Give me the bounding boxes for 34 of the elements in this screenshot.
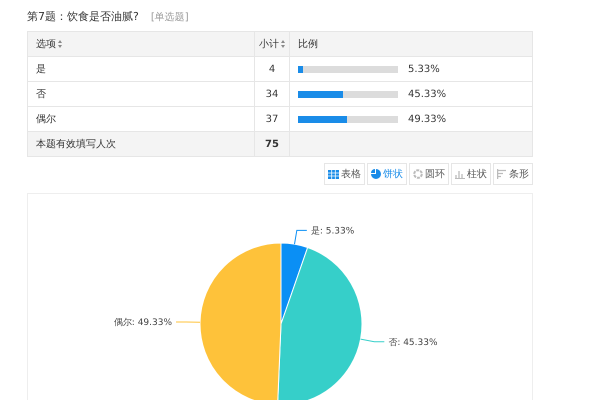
column-header[interactable]: 小计	[254, 32, 290, 56]
leader-line	[360, 338, 385, 342]
data-label: 否: 45.33%	[388, 338, 438, 348]
ring-icon	[413, 169, 423, 179]
data-label: 偶尔: 49.33%	[114, 318, 172, 328]
column-title: 小计	[259, 38, 279, 51]
chart-type-button[interactable]: 表格	[324, 163, 365, 185]
table-cell: 75	[254, 132, 290, 156]
sort-icon[interactable]	[281, 40, 285, 48]
bar-chart-icon	[497, 169, 507, 179]
question-title: 第7题：饮食是否油腻?	[27, 9, 139, 24]
table-cell: 4	[254, 56, 290, 82]
leader-line	[176, 322, 201, 323]
chart-type-button[interactable]: 条形	[493, 163, 533, 185]
chart-type-button[interactable]: 饼状	[367, 163, 407, 185]
sort-icon[interactable]	[58, 40, 62, 48]
percent-text: 49.33%	[408, 114, 446, 124]
table-cell: 是	[28, 56, 254, 82]
leader-line	[294, 230, 308, 245]
table-cell: 否	[28, 82, 254, 106]
table-cell: 本题有效填写人次	[28, 132, 254, 156]
chart-type-button[interactable]: 圆环	[409, 163, 449, 185]
column-title: 选项	[36, 38, 56, 51]
question-type-tag: [单选题]	[150, 10, 189, 24]
pie-icon	[371, 169, 381, 179]
table-cell: 34	[254, 82, 290, 106]
data-label: 是: 5.33%	[310, 226, 354, 236]
table-icon	[328, 170, 339, 178]
percent-text: 45.33%	[408, 88, 446, 100]
column-title: 比例	[298, 38, 318, 51]
column-header[interactable]: 选项	[28, 32, 254, 56]
column-chart-icon	[455, 169, 465, 179]
percent-text: 5.33%	[408, 64, 440, 74]
chart-type-button[interactable]: 柱状	[451, 163, 491, 185]
